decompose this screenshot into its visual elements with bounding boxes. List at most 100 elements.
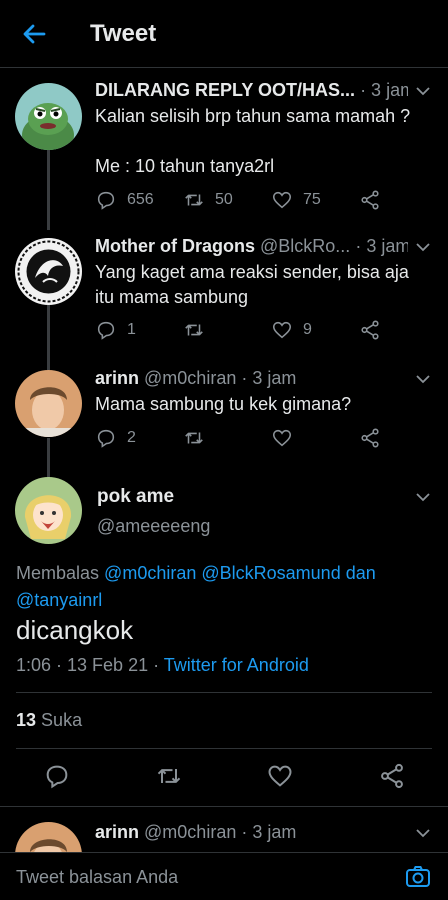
share-icon <box>361 190 379 210</box>
back-arrow-icon[interactable] <box>18 18 50 50</box>
mention-link[interactable]: @tanyainrl <box>16 590 102 610</box>
tweet-text-line <box>95 129 432 154</box>
display-name[interactable]: DILARANG REPLY OOT/HAS... <box>95 80 355 100</box>
mention-link[interactable]: @BlckRosamund <box>201 563 340 583</box>
replying-to-and[interactable]: dan <box>346 563 376 583</box>
tweet-text: dicangkok <box>16 615 134 645</box>
tweet-text-line: Yang kaget ama reaksi sender, bisa aja <box>95 262 409 282</box>
retweet-icon[interactable] <box>155 762 183 790</box>
reply-button[interactable]: 656 <box>95 188 154 212</box>
avatar[interactable] <box>15 238 82 305</box>
tweet-meta: 1:06 · 13 Feb 21 · Twitter for Android <box>16 655 309 676</box>
avatar[interactable] <box>15 83 82 150</box>
reply-icon <box>97 191 115 210</box>
reply-icon[interactable] <box>43 762 71 790</box>
tweet-text-line: itu mama sambung <box>95 287 249 307</box>
display-name[interactable]: arinn <box>95 822 139 842</box>
heart-icon[interactable] <box>266 762 294 790</box>
like-count: 9 <box>303 321 312 338</box>
heart-icon <box>272 191 292 209</box>
heart-icon <box>272 429 292 447</box>
reply-count: 2 <box>127 429 136 446</box>
share-button[interactable] <box>359 188 381 212</box>
chevron-down-icon[interactable] <box>414 82 432 100</box>
mention-link[interactable]: @m0chiran <box>104 563 196 583</box>
tweet[interactable]: DILARANG REPLY OOT/HAS... · 3 jam Kalian… <box>0 80 448 220</box>
like-count: 13 <box>16 710 37 730</box>
tweet-text-line: Mama sambung tu kek gimana? <box>95 394 352 414</box>
reply-button[interactable]: 1 <box>95 318 136 342</box>
tweet-actions: 656 50 75 <box>95 188 395 212</box>
replying-to: Membalas @m0chiran @BlckRosamund dan @ta… <box>16 560 426 614</box>
avatar[interactable] <box>15 370 82 437</box>
heart-icon <box>272 321 292 339</box>
handle[interactable]: @ameeeeeng <box>97 516 210 537</box>
timestamp[interactable]: · 3 jam <box>360 80 408 100</box>
tweet-actions: 1 9 <box>95 318 395 342</box>
share-icon <box>361 320 379 340</box>
like-button[interactable]: 9 <box>271 318 312 342</box>
like-summary[interactable]: 13 Suka <box>16 710 82 731</box>
share-button[interactable] <box>359 318 381 342</box>
retweet-button[interactable] <box>183 318 215 342</box>
main-tweet-actions <box>0 762 448 792</box>
chevron-down-icon[interactable] <box>414 238 432 256</box>
timestamp[interactable]: · 3 jam <box>241 822 296 842</box>
display-name[interactable]: pok ame <box>97 486 174 508</box>
like-button[interactable]: 75 <box>271 188 321 212</box>
like-count: 75 <box>303 191 321 208</box>
timestamp: 1:06 · 13 Feb 21 · <box>16 655 160 675</box>
reply-icon <box>97 429 115 448</box>
retweet-count: 50 <box>215 191 233 208</box>
reply-count: 1 <box>127 321 136 338</box>
handle[interactable]: @BlckRo... <box>260 236 350 256</box>
tweet-text: Mama sambung tu kek gimana? <box>95 392 432 417</box>
tweet-actions: 2 <box>95 426 395 450</box>
retweet-button[interactable] <box>183 426 205 450</box>
share-icon[interactable] <box>378 762 406 790</box>
tweet-header: Mother of Dragons @BlckRo... · 3 jam <box>95 236 408 257</box>
client-link[interactable]: Twitter for Android <box>164 655 309 675</box>
anime-avatar-icon <box>15 477 82 544</box>
chevron-down-icon[interactable] <box>414 824 432 842</box>
timestamp[interactable]: · 3 jam <box>355 236 408 256</box>
retweet-icon <box>185 194 203 206</box>
chevron-down-icon[interactable] <box>414 488 432 506</box>
retweet-button[interactable]: 50 <box>183 188 233 212</box>
display-name[interactable]: arinn <box>95 368 139 388</box>
camera-icon[interactable] <box>404 863 432 891</box>
page-title: Tweet <box>90 20 157 47</box>
retweet-icon <box>185 432 203 444</box>
avatar[interactable] <box>15 477 82 544</box>
dragon-sigil-avatar-icon <box>15 238 82 305</box>
person-avatar-icon <box>15 370 82 437</box>
reply-composer[interactable]: Tweet balasan Anda <box>0 852 448 900</box>
tweet-text: Yang kaget ama reaksi sender, bisa aja i… <box>95 260 432 310</box>
handle[interactable]: @m0chiran <box>144 822 236 842</box>
like-button[interactable] <box>271 426 293 450</box>
frog-avatar-icon <box>15 83 82 150</box>
retweet-icon <box>185 324 203 336</box>
tweet[interactable]: arinn @m0chiran · 3 jam Mama sambung tu … <box>0 368 448 458</box>
handle[interactable]: @m0chiran <box>144 368 236 388</box>
tweet-text-line: Kalian selisih brp tahun sama mamah ? <box>95 106 411 126</box>
reply-input-placeholder[interactable]: Tweet balasan Anda <box>16 867 178 888</box>
display-name[interactable]: Mother of Dragons <box>95 236 255 256</box>
share-icon <box>361 428 379 448</box>
reply-count: 656 <box>127 191 154 208</box>
timestamp[interactable]: · 3 jam <box>241 368 296 388</box>
tweet[interactable]: Mother of Dragons @BlckRo... · 3 jam Yan… <box>0 236 448 346</box>
reply-button[interactable]: 2 <box>95 426 136 450</box>
divider <box>16 748 432 749</box>
replying-to-label: Membalas <box>16 563 100 583</box>
tweet-header: arinn @m0chiran · 3 jam <box>95 368 408 389</box>
tweet-text-line: Me : 10 tahun tanya2rl <box>95 156 275 176</box>
tweet-text: Kalian selisih brp tahun sama mamah ? Me… <box>95 104 432 179</box>
tweet-header: arinn @m0chiran · 3 jam <box>95 822 408 843</box>
reply-icon <box>97 321 115 340</box>
top-bar: Tweet <box>0 0 448 68</box>
like-label: Suka <box>41 710 83 730</box>
tweet-header: DILARANG REPLY OOT/HAS... · 3 jam <box>95 80 408 101</box>
chevron-down-icon[interactable] <box>414 370 432 388</box>
share-button[interactable] <box>359 426 381 450</box>
